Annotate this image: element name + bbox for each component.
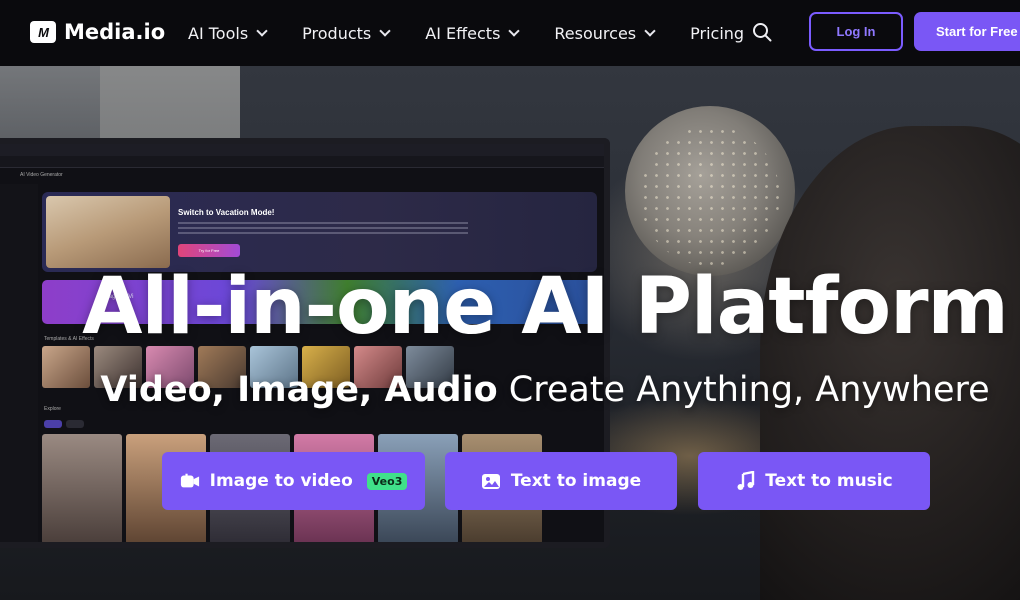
- text-to-music-button[interactable]: Text to music: [698, 452, 930, 510]
- background-person: [760, 126, 1020, 600]
- text-to-image-button[interactable]: Text to image: [445, 452, 677, 510]
- logo[interactable]: M Media.io: [30, 20, 165, 44]
- menu-item-label: AI Effects: [425, 23, 501, 43]
- lamp-pattern: [640, 126, 780, 266]
- chevron-down-icon: [644, 25, 656, 37]
- cta-label: Text to image: [510, 471, 642, 491]
- browser-urlbar: [0, 156, 604, 168]
- hero-subheadline: Video, Image, Audio Create Anything, Any…: [0, 370, 1020, 410]
- mockup-promo-button: Try for Free: [178, 244, 240, 257]
- mockup-filter-pill: [66, 420, 84, 428]
- mockup-promo-title: Switch to Vacation Mode!: [178, 208, 275, 217]
- cta-label: Text to music: [765, 471, 893, 491]
- background-window-glare: [100, 66, 240, 146]
- mockup-filter-pill: [44, 420, 62, 428]
- main-menu: AI Tools Products AI Effects Resources P…: [188, 0, 780, 66]
- chevron-down-icon: [256, 25, 268, 37]
- start-for-free-button[interactable]: Start for Free: [914, 12, 1020, 51]
- mockup-sidebar: [0, 184, 38, 542]
- explore-tile: [42, 434, 122, 542]
- login-button[interactable]: Log In: [809, 12, 903, 51]
- menu-item-label: Resources: [554, 23, 637, 43]
- menu-item-label: Pricing: [690, 23, 745, 43]
- menu-item-label: Products: [302, 23, 372, 43]
- image-icon: [481, 474, 500, 489]
- menu-item-ai-tools[interactable]: AI Tools: [188, 23, 268, 43]
- music-note-icon: [737, 471, 755, 490]
- logo-mark: M: [30, 21, 56, 43]
- cta-label: Image to video: [209, 471, 353, 491]
- mockup-promo-banner: Switch to Vacation Mode! Try for Free: [42, 192, 597, 272]
- mockup-promo-image: [46, 196, 170, 268]
- browser-tabbar: [0, 144, 604, 156]
- hero-headline: All-in-one AI Platform: [82, 262, 1009, 352]
- top-navbar: M Media.io AI Tools Products AI Effects …: [0, 0, 1020, 66]
- veo3-badge: Veo3: [366, 472, 408, 490]
- video-plus-icon: [180, 473, 199, 488]
- menu-item-label: AI Tools: [188, 23, 249, 43]
- chevron-down-icon: [508, 25, 521, 37]
- mockup-app-title: AI Video Generator: [20, 172, 63, 178]
- menu-item-products[interactable]: Products: [302, 23, 391, 43]
- menu-item-resources[interactable]: Resources: [554, 23, 656, 43]
- image-to-video-button[interactable]: Image to video Veo3: [162, 452, 425, 510]
- mockup-promo-text: [178, 222, 468, 234]
- chevron-down-icon: [379, 25, 391, 37]
- search-icon[interactable]: [752, 22, 772, 42]
- logo-text: Media.io: [64, 20, 166, 44]
- hero-subheadline-light: Create Anything, Anywhere: [508, 370, 990, 410]
- menu-item-ai-effects[interactable]: AI Effects: [425, 23, 521, 43]
- menu-item-pricing[interactable]: Pricing: [690, 24, 744, 43]
- hero-subheadline-bold: Video, Image, Audio: [100, 370, 498, 410]
